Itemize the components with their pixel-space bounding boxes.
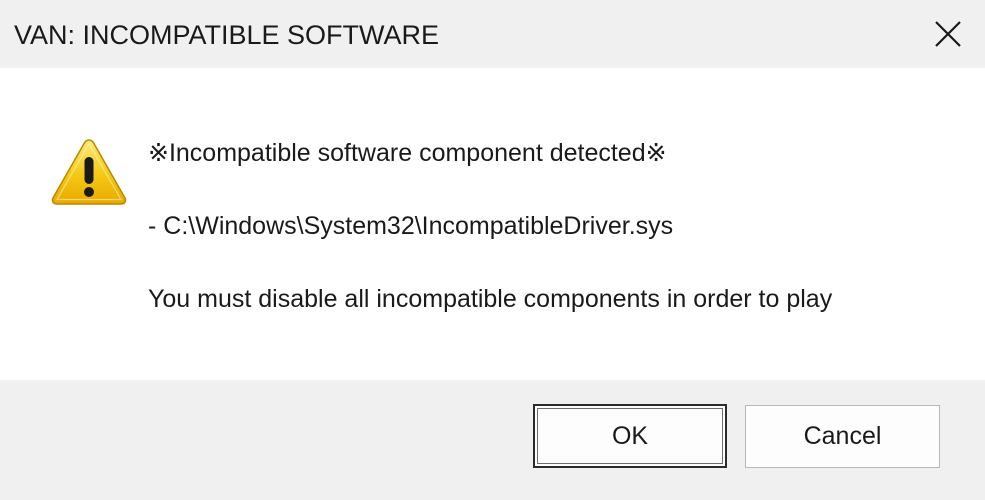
close-icon (935, 21, 961, 47)
error-heading: ※Incompatible software component detecte… (148, 139, 667, 167)
file-path: - C:\Windows\System32\IncompatibleDriver… (148, 212, 674, 240)
window-title: VAN: INCOMPATIBLE SOFTWARE (14, 20, 440, 50)
ok-button[interactable]: OK (533, 404, 727, 468)
warning-icon (51, 139, 127, 205)
title-bar: VAN: INCOMPATIBLE SOFTWARE (0, 0, 985, 68)
close-button[interactable] (911, 0, 985, 68)
button-bar: OK Cancel (0, 380, 985, 500)
cancel-button[interactable]: Cancel (745, 405, 940, 468)
dialog-content: ※Incompatible software component detecte… (0, 68, 985, 380)
instruction-text: You must disable all incompatible compon… (148, 285, 833, 313)
dialog-window: VAN: INCOMPATIBLE SOFTWARE ※Incompatible… (0, 0, 985, 500)
